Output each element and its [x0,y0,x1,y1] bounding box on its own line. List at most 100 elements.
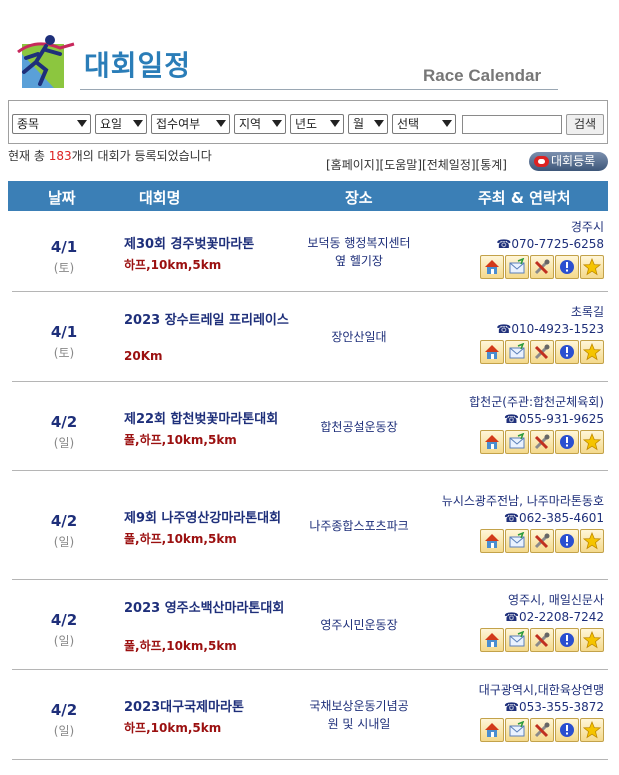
chevron-down-icon [133,120,143,127]
event-date: 4/2 [50,512,78,530]
event-name-link[interactable]: 2023대구국제마라톤 [124,699,299,717]
mail-icon[interactable] [505,718,529,742]
column-header-host: 주최 & 연락처 [478,189,571,207]
event-name-link[interactable]: 2023 장수트레일 프리레이스 [124,312,299,330]
chevron-down-icon [216,120,226,127]
mail-icon[interactable] [505,255,529,279]
home-icon[interactable] [480,718,504,742]
event-place: 보덕동 행정복지센터 옆 헬기장 [307,236,411,268]
home-icon[interactable] [480,529,504,553]
event-type-select[interactable]: 종목 [12,114,91,134]
event-name-link[interactable]: 제22회 합천벚꽃마라톤대회 [124,411,299,429]
phone-icon: ☎ [504,700,519,714]
eye-icon [534,156,549,167]
event-name-link[interactable]: 제30회 경주벚꽃마라톤 [124,236,299,254]
info-icon[interactable] [555,718,579,742]
column-header-name: 대회명 [139,189,181,207]
search-field-select[interactable]: 선택 [392,114,456,134]
row-action-icons [480,529,604,553]
chevron-down-icon [330,120,340,127]
event-date: 4/2 [50,701,78,719]
register-event-button[interactable]: 대회등록 [529,152,608,171]
info-icon[interactable] [555,529,579,553]
page-title: 대회일정 [84,49,192,82]
search-button[interactable]: 검색 [566,114,604,135]
event-place: 국채보상운동기념공원 및 시내일 [309,699,409,731]
event-weekday: (일) [53,535,75,549]
page-subtitle: Race Calendar [423,66,542,85]
info-icon[interactable] [555,628,579,652]
table-row: 4/1 (토) 제30회 경주벚꽃마라톤 하프,10km,5km 보덕동 행정복… [12,211,608,292]
year-select[interactable]: 년도 [290,114,344,134]
mail-icon[interactable] [505,430,529,454]
event-count-text: 현재 총 183개의 대회가 등록되었습니다 [8,149,212,163]
phone-icon: ☎ [496,237,512,251]
chevron-down-icon [272,120,282,127]
event-date: 4/1 [50,238,78,256]
row-action-icons [480,718,604,742]
star-icon[interactable] [580,628,604,652]
tools-icon[interactable] [530,628,554,652]
event-phone: ☎053-355-3872 [504,700,604,714]
search-bar: 종목 요일 접수여부 지역 년도 월 선택 검색 [8,100,608,144]
tools-icon[interactable] [530,255,554,279]
region-select[interactable]: 지역 [234,114,286,134]
month-select[interactable]: 월 [348,114,388,134]
event-distances: 20Km [124,349,163,363]
row-action-icons [480,628,604,652]
help-link[interactable]: [도움말] [380,158,422,172]
star-icon[interactable] [580,340,604,364]
home-icon[interactable] [480,430,504,454]
chevron-down-icon [77,120,87,127]
tools-icon[interactable] [530,430,554,454]
mail-icon[interactable] [505,628,529,652]
home-icon[interactable] [480,255,504,279]
star-icon[interactable] [580,529,604,553]
event-weekday: (토) [53,346,75,360]
table-row: 4/2 (일) 제9회 나주영산강마라톤대회 풀,하프,10km,5km 나주종… [12,471,608,580]
chevron-down-icon [442,120,452,127]
registration-status-select[interactable]: 접수여부 [151,114,230,134]
phone-icon: ☎ [504,610,519,624]
phone-icon: ☎ [496,322,512,336]
mail-icon[interactable] [505,529,529,553]
tools-icon[interactable] [530,340,554,364]
event-distances: 풀,하프,10km,5km [124,532,237,546]
event-weekday: (일) [53,724,75,738]
event-phone: ☎02-2208-7242 [504,610,604,624]
event-distances: 풀,하프,10km,5km [124,433,237,447]
tools-icon[interactable] [530,718,554,742]
table-row: 4/1 (토) 2023 장수트레일 프리레이스 20Km 장안산일대 초록길 … [12,292,608,382]
star-icon[interactable] [580,430,604,454]
event-place: 영주시민운동장 [320,618,398,632]
star-icon[interactable] [580,255,604,279]
mail-icon[interactable] [505,340,529,364]
chevron-down-icon [374,120,384,127]
event-place: 합천공설운동장 [320,420,398,434]
all-schedule-link[interactable]: [전체일정] [422,158,476,172]
event-name-link[interactable]: 2023 영주소백산마라톤대회 [124,600,299,618]
quick-links: [홈페이지][도움말][전체일정][통계] [326,156,507,173]
search-input[interactable] [462,115,562,134]
home-icon[interactable] [480,628,504,652]
event-count: 183 [48,149,72,163]
event-name-link[interactable]: 제9회 나주영산강마라톤대회 [124,510,299,528]
home-icon[interactable] [480,340,504,364]
star-icon[interactable] [580,718,604,742]
weekday-select[interactable]: 요일 [95,114,147,134]
event-distances: 풀,하프,10km,5km [124,639,237,653]
column-header-place: 장소 [345,189,373,207]
event-date: 4/1 [50,323,78,341]
event-date: 4/2 [50,611,78,629]
table-row: 4/2 (일) 제22회 합천벚꽃마라톤대회 풀,하프,10km,5km 합천공… [12,382,608,471]
info-icon[interactable] [555,430,579,454]
stats-link[interactable]: [통계] [476,158,507,172]
tools-icon[interactable] [530,529,554,553]
info-icon[interactable] [555,255,579,279]
event-host: 초록길 [570,305,604,319]
runner-logo-icon [17,35,75,88]
homepage-link[interactable]: [홈페이지] [326,158,380,172]
event-phone: ☎070-7725-6258 [496,237,604,251]
row-action-icons [480,340,604,364]
info-icon[interactable] [555,340,579,364]
